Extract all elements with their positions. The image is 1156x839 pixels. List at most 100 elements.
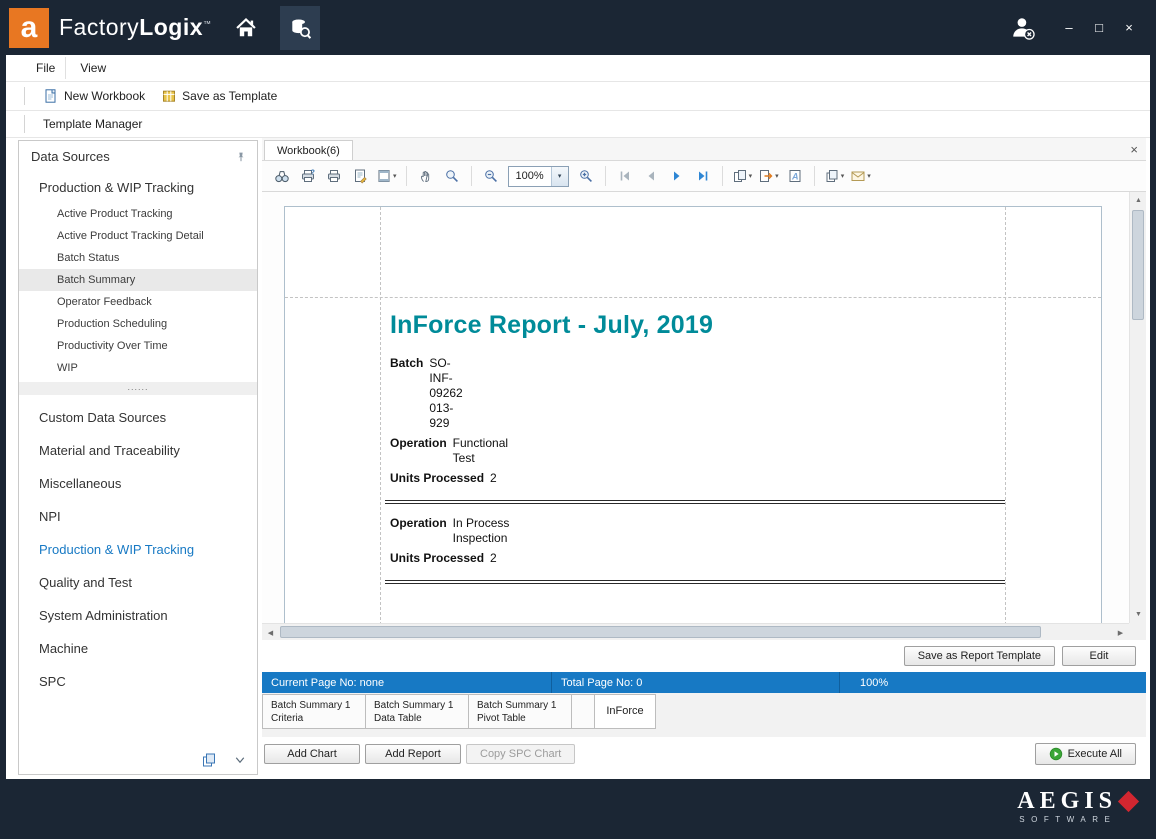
report-viewer-toolbar: ? ▾ 100% ▾ [262, 161, 1146, 192]
svg-text:?: ? [311, 169, 315, 176]
category-material-and-traceability[interactable]: Material and Traceability [19, 434, 257, 467]
aegis-diamond-icon [1118, 790, 1139, 811]
toolbar-secondary: Template Manager [6, 111, 1150, 138]
add-chart-button[interactable]: Add Chart [264, 744, 360, 764]
new-workbook-button[interactable]: New Workbook [35, 85, 153, 107]
report-preview: InForce Report - July, 2019 Batch SO- IN… [262, 192, 1146, 640]
copy-button[interactable]: ▾ [822, 164, 847, 188]
category-custom-data-sources[interactable]: Custom Data Sources [19, 401, 257, 434]
execute-all-button[interactable]: Execute All [1035, 743, 1136, 765]
pin-icon[interactable] [235, 150, 247, 164]
category-production-wip-tracking[interactable]: Production & WIP Tracking [19, 533, 257, 566]
tabstrip-close-icon[interactable]: × [1130, 143, 1138, 156]
category-splitter[interactable]: ...... [19, 382, 257, 395]
print-options-button[interactable]: ? [296, 164, 320, 188]
save-as-template-button[interactable]: Save as Template [153, 85, 285, 107]
next-page-icon [669, 168, 685, 184]
aegis-brand-text: AEGIS [1017, 789, 1117, 813]
sheet-tab-pivot-table[interactable]: Batch Summary 1 Pivot Table [468, 694, 572, 729]
sidebar-item-operator-feedback[interactable]: Operator Feedback [19, 291, 257, 313]
field-label: Operation [390, 436, 447, 466]
copy-icon [824, 168, 840, 184]
database-search-icon [289, 16, 311, 40]
home-button[interactable] [226, 6, 266, 50]
zoom-in-button[interactable] [574, 164, 598, 188]
copy-spc-chart-button[interactable]: Copy SPC Chart [466, 744, 575, 764]
toolbar-separator [605, 166, 606, 186]
sheet-tab-spacer[interactable] [571, 694, 595, 729]
chevron-down-icon[interactable] [233, 754, 247, 766]
close-button[interactable]: × [1114, 15, 1144, 41]
vertical-scroll-thumb[interactable] [1132, 210, 1144, 320]
sidebar-item-batch-summary[interactable]: Batch Summary [19, 269, 257, 291]
menu-file[interactable]: File [26, 57, 66, 79]
category-spc[interactable]: SPC [19, 665, 257, 698]
previous-page-button[interactable] [639, 164, 663, 188]
last-page-button[interactable] [691, 164, 715, 188]
horizontal-scrollbar[interactable]: ◀ ▶ [262, 623, 1129, 640]
category-machine[interactable]: Machine [19, 632, 257, 665]
menu-view[interactable]: View [70, 57, 116, 79]
section-separator [385, 580, 1005, 584]
sheet-tab-criteria[interactable]: Batch Summary 1 Criteria [262, 694, 366, 729]
zoom-dropdown-icon[interactable]: ▾ [551, 167, 568, 186]
brand-bold: Logix [139, 14, 203, 40]
zoom-out-button[interactable] [479, 164, 503, 188]
group-production-wip-tracking[interactable]: Production & WIP Tracking [19, 170, 257, 203]
sidebar-item-active-product-tracking-detail[interactable]: Active Product Tracking Detail [19, 225, 257, 247]
margin-guide [380, 207, 381, 640]
sheet-tab-inforce[interactable]: InForce [594, 694, 656, 729]
vertical-scrollbar[interactable]: ▲ ▼ [1129, 192, 1146, 623]
sidebar-item-production-scheduling[interactable]: Production Scheduling [19, 313, 257, 335]
footer-bar: AEGIS SOFTWARE [0, 779, 1156, 839]
export-button[interactable]: ▾ [756, 164, 781, 188]
sidebar-item-batch-status[interactable]: Batch Status [19, 247, 257, 269]
page-setup-button[interactable] [348, 164, 372, 188]
data-explorer-button[interactable] [280, 6, 320, 50]
first-page-button[interactable] [613, 164, 637, 188]
add-report-button[interactable]: Add Report [365, 744, 461, 764]
print-button[interactable] [322, 164, 346, 188]
sidebar-item-active-product-tracking[interactable]: Active Product Tracking [19, 203, 257, 225]
header-footer-button[interactable]: ▾ [374, 164, 399, 188]
scroll-right-icon[interactable]: ▶ [1112, 624, 1129, 640]
category-system-administration[interactable]: System Administration [19, 599, 257, 632]
aegis-software-text: SOFTWARE [1017, 815, 1136, 824]
category-npi[interactable]: NPI [19, 500, 257, 533]
category-quality-and-test[interactable]: Quality and Test [19, 566, 257, 599]
sidebar-item-wip[interactable]: WIP [19, 357, 257, 379]
new-workbook-label: New Workbook [64, 89, 145, 103]
find-button[interactable] [270, 164, 294, 188]
svg-text:A: A [791, 172, 799, 182]
maximize-button[interactable]: □ [1084, 15, 1114, 41]
send-mail-button[interactable]: ▾ [848, 164, 873, 188]
scroll-down-icon[interactable]: ▼ [1130, 606, 1146, 623]
template-manager-button[interactable]: Template Manager [35, 114, 150, 134]
sidebar-item-productivity-over-time[interactable]: Productivity Over Time [19, 335, 257, 357]
horizontal-scroll-thumb[interactable] [280, 626, 1041, 638]
field-value: SO- INF- 09262 013- 929 [429, 356, 462, 431]
report-content: InForce Report - July, 2019 Batch SO- IN… [385, 311, 1005, 596]
hand-tool-button[interactable] [414, 164, 438, 188]
dropdown-caret-icon: ▾ [749, 172, 753, 180]
zoom-select[interactable]: 100% ▾ [508, 166, 569, 187]
sheet-tab-line1: Batch Summary 1 [374, 699, 460, 712]
multipage-view-button[interactable]: ▾ [730, 164, 755, 188]
page-setup-icon [352, 168, 368, 184]
sheet-tab-data-table[interactable]: Batch Summary 1 Data Table [365, 694, 469, 729]
template-manager-label: Template Manager [43, 117, 142, 131]
scroll-left-icon[interactable]: ◀ [262, 624, 279, 640]
save-as-report-template-button[interactable]: Save as Report Template [904, 646, 1055, 666]
category-miscellaneous[interactable]: Miscellaneous [19, 467, 257, 500]
edit-button[interactable]: Edit [1062, 646, 1136, 666]
zoom-out-icon [483, 168, 499, 184]
scroll-up-icon[interactable]: ▲ [1130, 192, 1146, 209]
execute-all-label: Execute All [1068, 748, 1122, 760]
copy-pages-icon[interactable] [201, 752, 217, 768]
magnifier-tool-button[interactable] [440, 164, 464, 188]
next-page-button[interactable] [665, 164, 689, 188]
watermark-button[interactable]: A [783, 164, 807, 188]
tab-workbook[interactable]: Workbook(6) [264, 140, 353, 160]
user-session-button[interactable] [1006, 11, 1040, 45]
minimize-button[interactable]: – [1054, 15, 1084, 41]
